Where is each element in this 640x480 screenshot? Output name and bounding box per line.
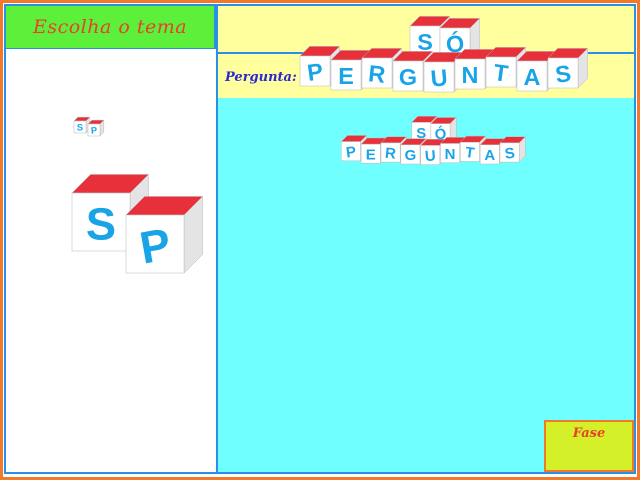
cube-letter: S (86, 198, 116, 249)
cube-letter: N (445, 146, 456, 163)
main-so-perguntas-logo: S ÓP E R G U N T A S (340, 115, 526, 166)
large-sp-logo: SP (71, 173, 204, 274)
letter-cube: S (73, 116, 91, 134)
cube-letter: E (366, 147, 376, 164)
letter-cube: S (499, 136, 526, 163)
cube-letter: R (367, 60, 387, 88)
cube-letter: G (405, 147, 417, 164)
cube-letter: S (77, 123, 83, 133)
cube-letter: P (90, 125, 97, 136)
letter-cube: P (87, 119, 105, 137)
cube-letter: R (384, 145, 397, 163)
choose-theme-label: Escolha o tema (32, 16, 188, 38)
cube-letter: A (524, 64, 541, 90)
question-label: Pergunta: (225, 70, 297, 85)
header-so-perguntas-logo: S ÓP E R G U N T A S (299, 15, 589, 93)
letter-cube: S (547, 47, 589, 89)
main-panel: SÓPERGUNTAS Fase (216, 98, 636, 474)
cube-letter: S (417, 29, 433, 55)
app-window: Escolha o tema SP SP Pergunta: SÓPERGUNT… (0, 0, 640, 480)
letter-cube: P (125, 195, 204, 274)
sidebar-panel: SP SP (4, 49, 218, 474)
cube-letter: U (430, 64, 449, 91)
cube-letter: A (484, 147, 495, 164)
header-panel: Pergunta: SÓPERGUNTAS (216, 4, 636, 100)
phase-label: Fase (572, 426, 606, 441)
cube-letter: U (424, 147, 436, 165)
small-sp-logo: SP (73, 116, 105, 137)
phase-button[interactable]: Fase (544, 420, 634, 472)
choose-theme-button[interactable]: Escolha o tema (4, 4, 216, 50)
cube-letter: G (399, 64, 417, 90)
cube-letter: N (462, 62, 479, 88)
cube-letter: E (338, 63, 354, 89)
